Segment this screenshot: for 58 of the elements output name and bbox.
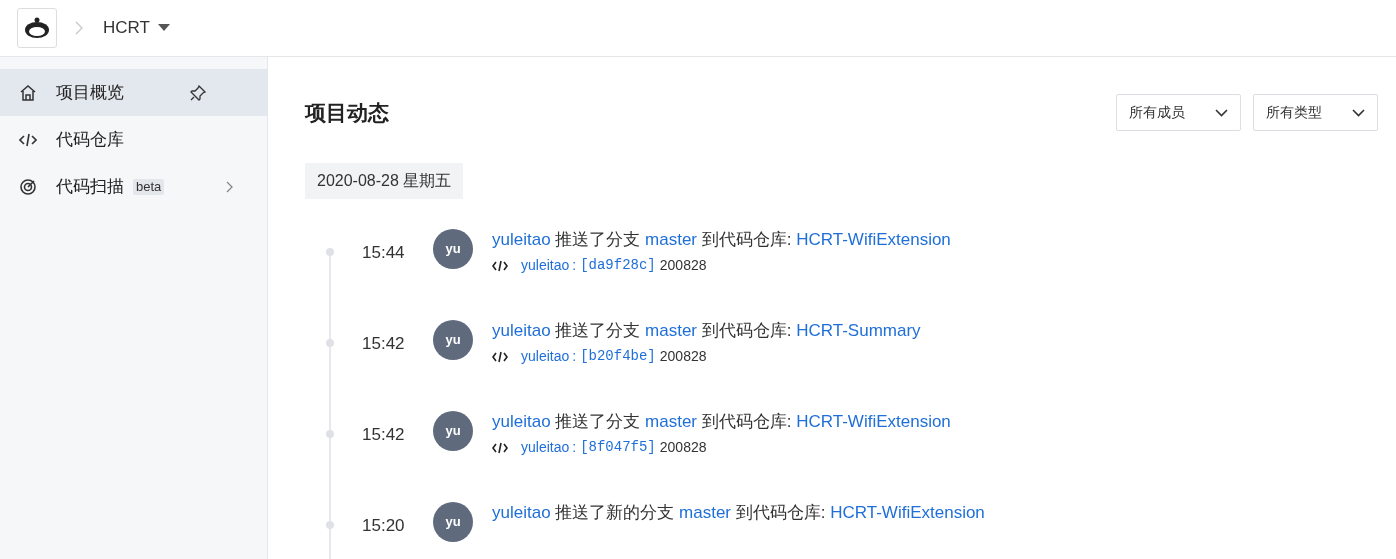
event-time: 15:42 <box>362 333 406 355</box>
user-link[interactable]: yuleitao <box>492 321 551 340</box>
chevron-right-icon <box>75 21 83 35</box>
branch-link[interactable]: master <box>645 412 698 431</box>
filter-dropdown[interactable]: 所有类型 <box>1253 94 1378 131</box>
event-sentence: yuleitao 推送了新的分支 master 到代码仓库: HCRT-WifiExtension <box>492 502 985 524</box>
chevron-down-icon <box>1352 108 1365 117</box>
separator: : <box>572 438 577 457</box>
branch-link[interactable]: master <box>645 321 698 340</box>
filter-dropdown[interactable]: 所有成员 <box>1116 94 1241 131</box>
code-icon <box>492 441 508 454</box>
repo-link[interactable]: HCRT-Summary <box>796 321 921 340</box>
pin-icon[interactable] <box>190 84 206 101</box>
commit-hash-link[interactable]: [b20f4be] <box>580 346 656 367</box>
event-time: 15:44 <box>362 242 406 264</box>
event-sentence: yuleitao 推送了分支 master 到代码仓库: HCRT-WifiExtension <box>492 229 951 251</box>
author-link[interactable]: yuleitao <box>521 346 570 367</box>
branch-link[interactable]: master <box>645 230 698 249</box>
chevron-down-icon <box>1215 108 1228 117</box>
avatar: yu <box>433 502 473 542</box>
sidebar-item[interactable]: 代码扫描 beta <box>0 163 267 210</box>
home-icon <box>19 83 37 102</box>
commit-message: 200828 <box>659 347 707 366</box>
event-time: 15:20 <box>362 515 406 537</box>
event-sentence: yuleitao 推送了分支 master 到代码仓库: HCRT-WifiExtension <box>492 411 951 433</box>
page-title: 项目动态 <box>305 99 389 126</box>
user-link[interactable]: yuleitao <box>492 230 551 249</box>
repo-link[interactable]: HCRT-WifiExtension <box>796 230 951 249</box>
sidebar-item[interactable]: 项目概览 <box>0 69 267 116</box>
radar-icon <box>19 177 37 196</box>
avatar: yu <box>433 229 473 269</box>
author-link[interactable]: yuleitao <box>521 437 570 458</box>
avatar: yu <box>433 320 473 360</box>
code-icon <box>492 259 508 272</box>
commit-hash-link[interactable]: [da9f28c] <box>580 255 656 276</box>
code-icon <box>19 132 37 147</box>
commit-message: 200828 <box>659 438 707 457</box>
sidebar-item[interactable]: 代码仓库 <box>0 116 267 163</box>
author-link[interactable]: yuleitao <box>521 255 570 276</box>
chevron-right-icon <box>226 180 233 193</box>
separator: : <box>572 347 577 366</box>
branch-link[interactable]: master <box>679 503 732 522</box>
user-link[interactable]: yuleitao <box>492 412 551 431</box>
repo-link[interactable]: HCRT-WifiExtension <box>796 412 951 431</box>
date-label: 2020-08-28 星期五 <box>305 163 464 199</box>
event-time: 15:42 <box>362 424 406 446</box>
user-link[interactable]: yuleitao <box>492 503 551 522</box>
logo-icon[interactable] <box>17 8 57 48</box>
project-dropdown[interactable]: HCRT <box>103 15 170 41</box>
repo-link[interactable]: HCRT-WifiExtension <box>830 503 985 522</box>
event-sentence: yuleitao 推送了分支 master 到代码仓库: HCRT-Summary <box>492 320 921 342</box>
commit-message: 200828 <box>659 256 707 275</box>
separator: : <box>572 256 577 275</box>
avatar: yu <box>433 411 473 451</box>
caret-down-icon <box>157 24 170 32</box>
commit-hash-link[interactable]: [8f047f5] <box>580 437 656 458</box>
code-icon <box>492 350 508 363</box>
beta-badge: beta <box>133 178 165 195</box>
